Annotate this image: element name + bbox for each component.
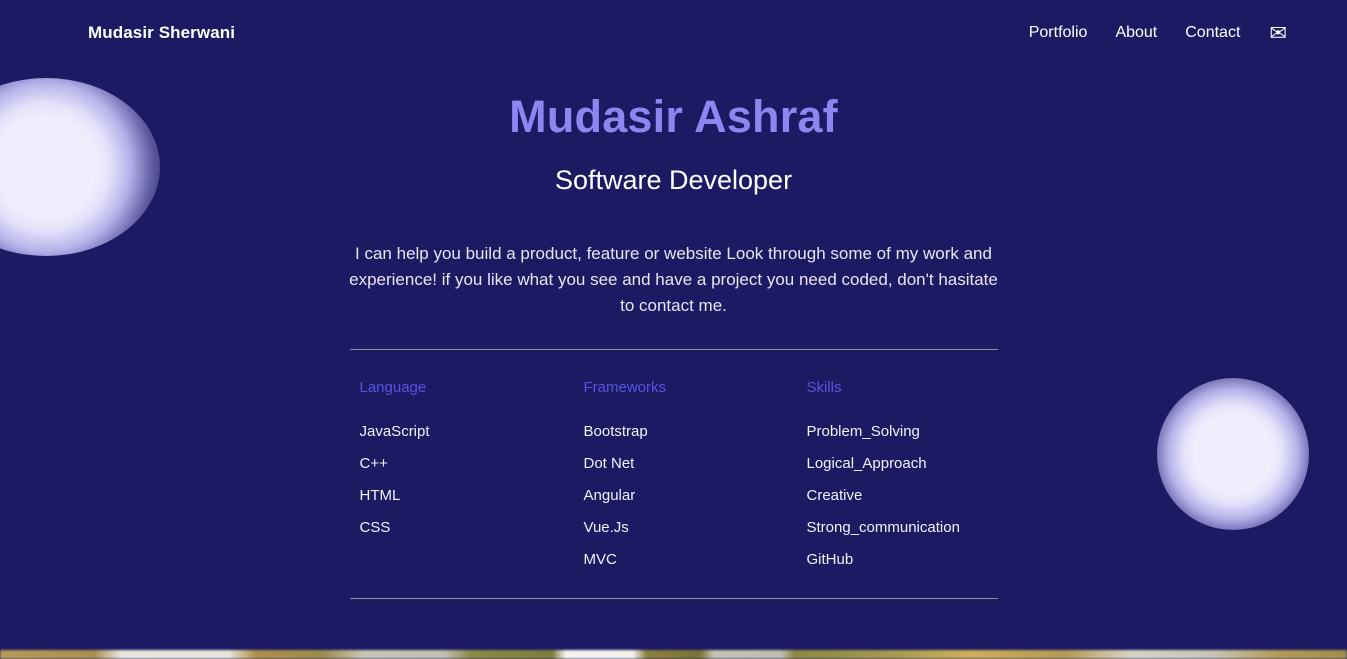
hero-description: I can help you build a product, feature … [349,244,998,315]
list-item: Creative [806,486,863,504]
envelope-icon[interactable]: ✉ [1269,23,1287,44]
list-item: C++ [359,454,388,472]
list-item: MVC [583,550,617,568]
list-item: HTML [359,486,401,504]
list-item: Dot Net [583,454,635,472]
list-item: Bootstrap [583,422,648,440]
list-item: Angular [583,486,636,504]
skills-section: Language Frameworks Skills JavaScript C+… [349,348,998,599]
column-heading-language: Language [359,378,427,396]
nav-link-portfolio[interactable]: Portfolio [1029,24,1088,42]
column-heading-frameworks: Frameworks [583,378,667,396]
main-navigation: Portfolio About Contact ✉ [1029,23,1287,44]
list-item: Strong_communication [806,518,960,536]
skills-list: Problem_Solving Logical_Approach Creativ… [797,408,998,598]
frameworks-list: Bootstrap Dot Net Angular Vue.Js MVC [574,408,797,598]
page-subtitle: Software Developer [554,164,793,195]
column-heading-skills: Skills [806,378,842,396]
site-header: Mudasir Sherwani Portfolio About Contact… [0,0,1347,66]
glow-orb-right [1157,378,1309,530]
list-item: Problem_Solving [806,422,920,440]
skills-grid: Language Frameworks Skills JavaScript C+… [350,350,998,598]
list-item: Logical_Approach [806,454,927,472]
nav-link-contact[interactable]: Contact [1185,24,1240,42]
list-item: JavaScript [359,422,430,440]
desktop-taskbar-sliver[interactable] [0,650,1347,659]
page-title: Mudasir Ashraf [509,91,838,142]
brand-name[interactable]: Mudasir Sherwani [88,23,235,43]
list-item: GitHub [806,550,854,568]
nav-link-about[interactable]: About [1115,24,1157,42]
hero-section: Mudasir Ashraf Software Developer I can … [0,66,1347,319]
list-item: Vue.Js [583,518,629,536]
language-list: JavaScript C++ HTML CSS [350,408,574,598]
list-item: CSS [359,518,391,536]
divider-bottom [349,597,998,599]
